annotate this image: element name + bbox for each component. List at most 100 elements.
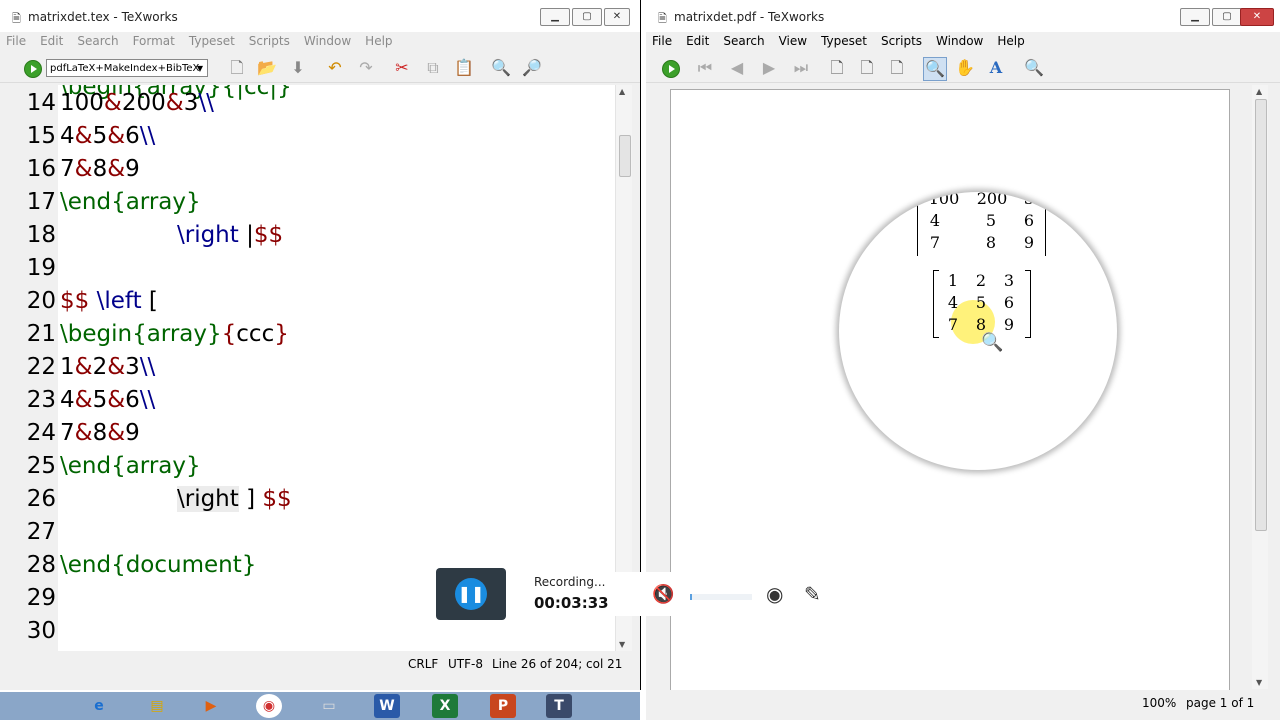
find-icon[interactable]: 🔍: [490, 57, 512, 79]
file-explorer-icon[interactable]: ▤: [144, 694, 170, 718]
editor-toolbar: pdfLaTeX+MakeIndex+BibTeX ▼ 🗋 📂 ⬇ ↶ ↷ ✂ ⧉…: [0, 52, 640, 83]
copy-icon[interactable]: ⧉: [422, 57, 444, 79]
excel-icon[interactable]: X: [432, 694, 458, 718]
chrome-icon[interactable]: ◉: [256, 694, 282, 718]
recorder-overlay: ❚❚ Recording... 00:03:33: [436, 568, 672, 620]
first-page-icon[interactable]: ⏮: [694, 57, 716, 79]
line-number: 15: [26, 123, 56, 149]
pdf-scrollbar[interactable]: ▲ ▼: [1252, 85, 1268, 689]
scroll-up-icon[interactable]: ▲: [619, 87, 625, 96]
undo-icon[interactable]: ↶: [324, 57, 346, 79]
select-text-icon[interactable]: A: [985, 57, 1007, 79]
powerpoint-icon[interactable]: P: [490, 694, 516, 718]
matrix-cell: 9: [1023, 233, 1035, 252]
line-number: 23: [26, 387, 56, 413]
save-icon[interactable]: ⬇: [287, 57, 309, 79]
recording-status: Recording...: [534, 575, 606, 589]
scrollbar-thumb[interactable]: [619, 135, 631, 177]
scroll-down-icon[interactable]: ▼: [1256, 678, 1262, 687]
code-editor[interactable]: \begin{array}{|cc|} 14 100&200&3\\ 15 4&5&…: [8, 85, 632, 651]
minimize-button[interactable]: ▁: [1180, 8, 1210, 26]
menu-view[interactable]: View: [773, 32, 815, 48]
scrollbar-thumb[interactable]: [1255, 99, 1267, 531]
media-player-icon[interactable]: ▶: [198, 694, 224, 718]
typeset-play-icon[interactable]: [662, 60, 680, 78]
minimize-button[interactable]: ▁: [540, 8, 570, 26]
actual-size-icon[interactable]: 🗋: [826, 57, 848, 79]
menu-search[interactable]: Search: [717, 32, 772, 48]
close-button[interactable]: ✕: [1240, 8, 1274, 26]
webcam-icon[interactable]: ◉: [766, 582, 783, 606]
internet-explorer-icon[interactable]: e: [86, 694, 112, 718]
volume-slider[interactable]: [690, 594, 752, 600]
det-bar-left: [917, 192, 918, 256]
redo-icon[interactable]: ↷: [355, 57, 377, 79]
line-number: 26: [26, 486, 56, 512]
menu-help[interactable]: Help: [359, 32, 400, 48]
line-number: 30: [26, 618, 56, 644]
menu-scripts[interactable]: Scripts: [875, 32, 930, 48]
matrix-cell: 3: [1003, 271, 1015, 290]
eol-status[interactable]: CRLF: [408, 657, 438, 671]
cut-icon[interactable]: ✂: [391, 57, 413, 79]
open-folder-icon[interactable]: 📂: [256, 57, 278, 79]
mute-speaker-icon[interactable]: 🔇: [652, 584, 674, 605]
new-file-icon[interactable]: 🗋: [226, 57, 248, 79]
editor-scrollbar[interactable]: ▲ ▼: [615, 85, 632, 651]
matrix-cell: 1: [947, 271, 959, 290]
replace-icon[interactable]: 🔎: [521, 57, 543, 79]
paste-icon[interactable]: 📋: [453, 57, 475, 79]
menu-typeset[interactable]: Typeset: [815, 32, 875, 48]
last-page-icon[interactable]: ⏭: [790, 57, 812, 79]
pdf-page: 100 200 3 4 5 6 7 8 9 1 2 3 4 5 6 7 8 9 …: [670, 89, 1230, 691]
menu-edit[interactable]: Edit: [680, 32, 717, 48]
texworks-icon[interactable]: T: [546, 694, 572, 718]
matrix-cell: 3: [1023, 192, 1035, 208]
pdf-menubar: File Edit Search View Typeset Scripts Window He…: [646, 32, 1280, 52]
menu-edit[interactable]: Edit: [34, 32, 71, 48]
menu-help[interactable]: Help: [991, 32, 1032, 48]
menu-format[interactable]: Format: [127, 32, 183, 48]
encoding-status[interactable]: UTF-8: [448, 657, 483, 671]
pdf-toolbar: ⏮ ◀ ▶ ⏭ 🗋 🗋 🗋 🔍 ✋ A 🔍: [646, 52, 1280, 83]
pause-icon: ❚❚: [455, 578, 487, 610]
scroll-up-icon[interactable]: ▲: [1256, 87, 1262, 96]
hand-tool-icon[interactable]: ✋: [954, 57, 976, 79]
previous-page-icon[interactable]: ◀: [726, 57, 748, 79]
notepad-icon[interactable]: ▭: [316, 694, 342, 718]
typeset-play-icon[interactable]: [24, 60, 42, 78]
maximize-button[interactable]: ▢: [1212, 8, 1242, 26]
maximize-button[interactable]: ▢: [572, 8, 602, 26]
matrix-cell: 4: [929, 211, 941, 230]
menu-window[interactable]: Window: [930, 32, 991, 48]
menu-file[interactable]: File: [0, 32, 34, 48]
document-icon: 🗎: [12, 12, 21, 25]
line-number: 25: [26, 453, 56, 479]
taskbar: e ▤ ▶ ◉ ▭ W X P T: [0, 692, 640, 720]
line-number: 19: [26, 255, 56, 281]
fit-width-icon[interactable]: 🗋: [856, 57, 878, 79]
engine-select[interactable]: pdfLaTeX+MakeIndex+BibTeX ▼: [46, 59, 208, 77]
menu-file[interactable]: File: [646, 32, 680, 48]
scroll-down-icon[interactable]: ▼: [619, 640, 625, 649]
close-button[interactable]: ✕: [604, 8, 630, 26]
pdf-title: matrixdet.pdf - TeXworks: [674, 10, 825, 24]
fit-window-icon[interactable]: 🗋: [886, 57, 908, 79]
next-page-icon[interactable]: ▶: [758, 57, 780, 79]
zoom-level[interactable]: 100%: [1142, 696, 1176, 710]
pen-icon[interactable]: ✎: [804, 582, 821, 606]
menu-scripts[interactable]: Scripts: [243, 32, 298, 48]
magnifier-cursor-icon: 🔍: [981, 332, 1004, 353]
menu-typeset[interactable]: Typeset: [183, 32, 243, 48]
matrix-cell: 100: [928, 192, 960, 208]
matrix-cell: 6: [1003, 293, 1015, 312]
word-icon[interactable]: W: [374, 694, 400, 718]
line-number: 18: [26, 222, 56, 248]
left-bracket: [933, 270, 939, 338]
find-icon[interactable]: 🔍: [1023, 57, 1045, 79]
magnify-tool-icon[interactable]: 🔍: [923, 57, 947, 81]
editor-title: matrixdet.tex - TeXworks: [28, 10, 178, 24]
pause-recording-button[interactable]: ❚❚: [436, 568, 506, 620]
menu-search[interactable]: Search: [71, 32, 126, 48]
menu-window[interactable]: Window: [298, 32, 359, 48]
